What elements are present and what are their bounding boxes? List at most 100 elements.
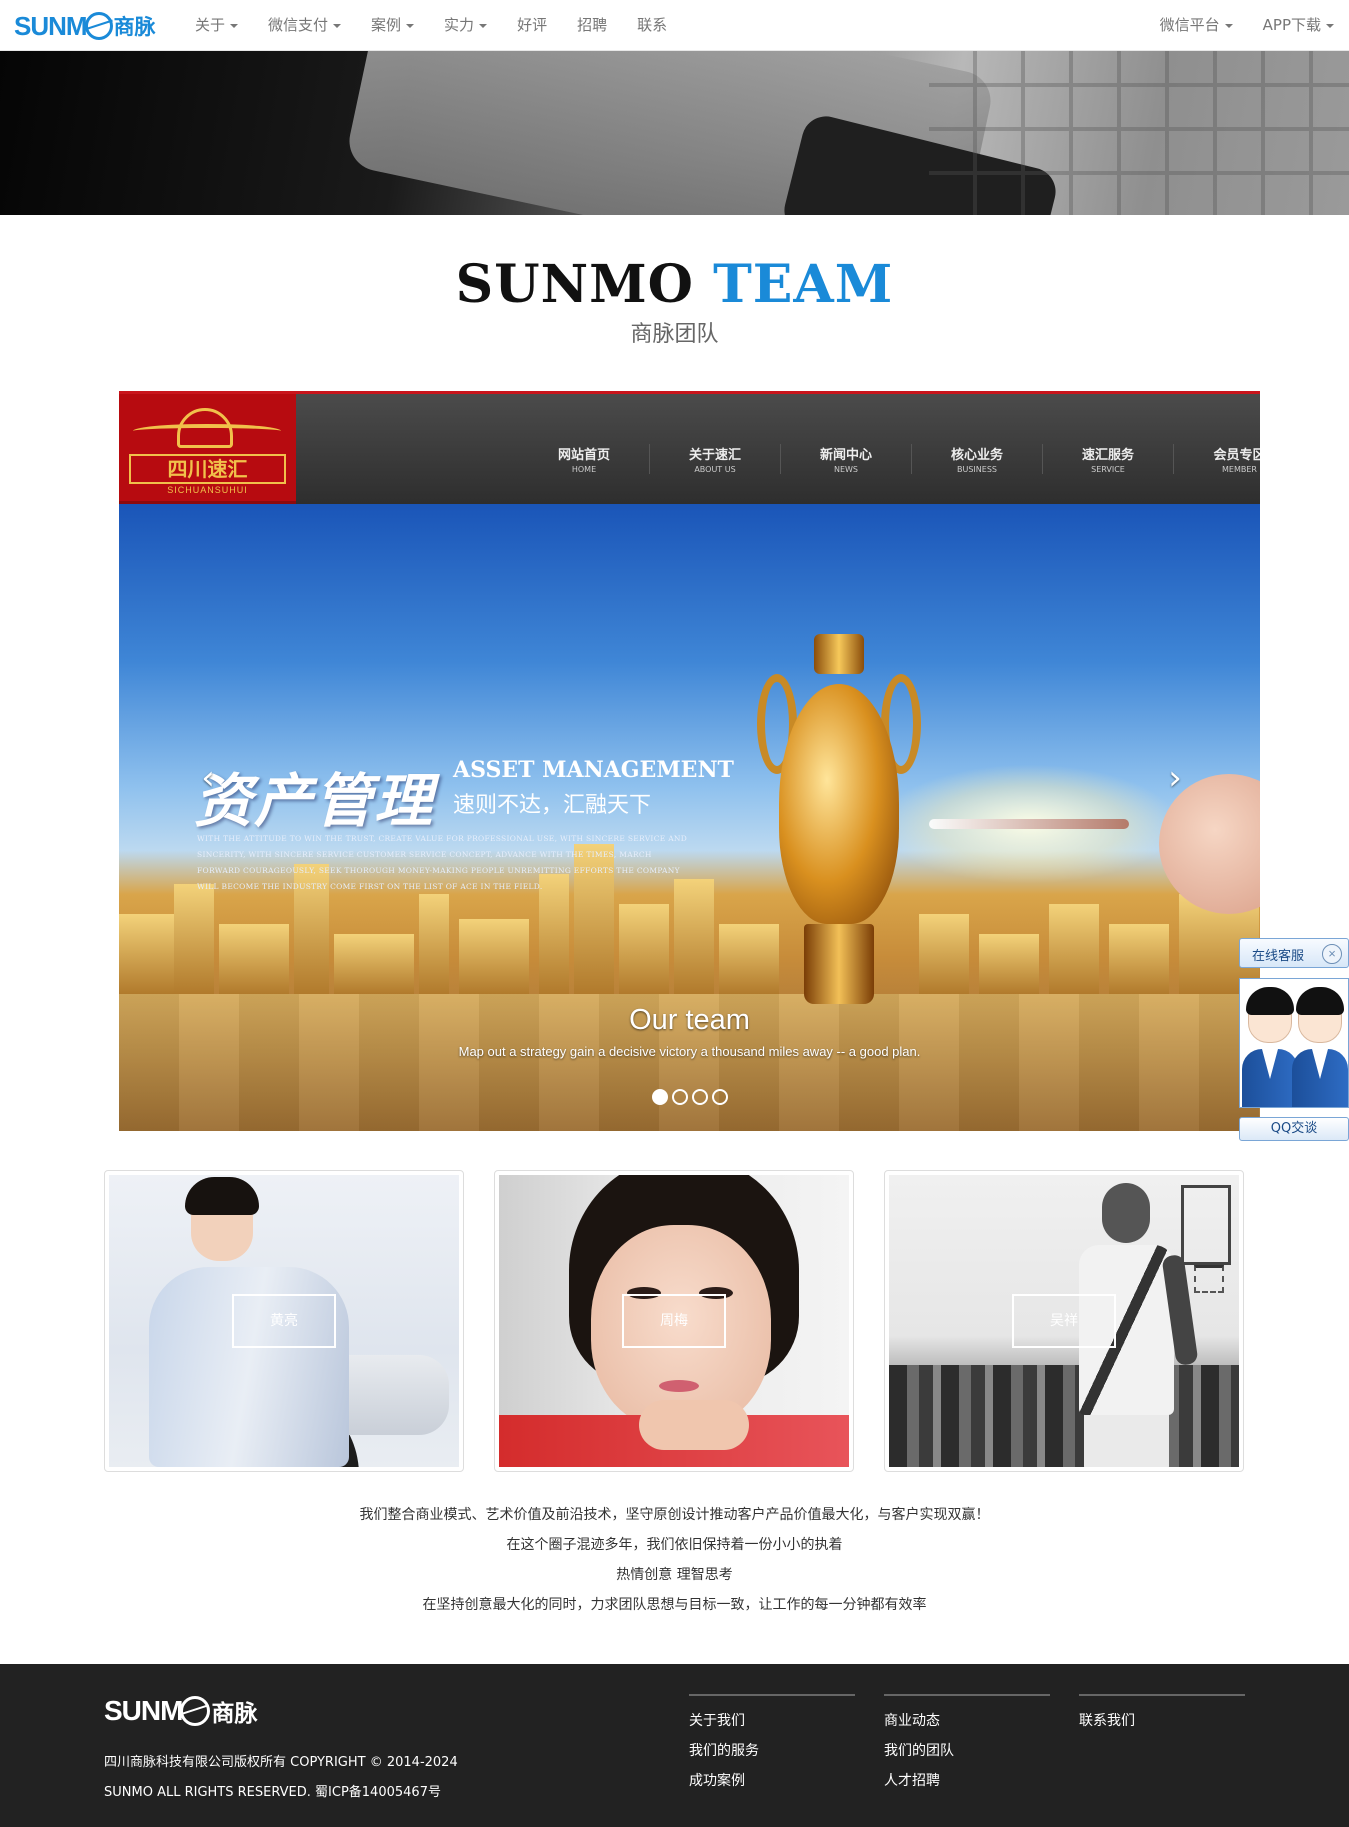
team-photo: 黄亮 xyxy=(109,1175,459,1467)
site-footer: SUNM 商脉 四川商脉科技有限公司版权所有 COPYRIGHT © 2014-… xyxy=(0,1664,1349,1827)
slide-menu-en: HOME xyxy=(571,465,597,474)
slide-menu-item: 新闻中心 NEWS xyxy=(781,444,912,474)
caret-down-icon xyxy=(1224,23,1233,28)
footer-link-about[interactable]: 关于我们 xyxy=(689,1706,855,1736)
slide-menu-cn: 新闻中心 xyxy=(819,448,872,463)
slide-menu-cn: 关于速汇 xyxy=(688,448,741,463)
team-description: 我们整合商业模式、艺术价值及前沿技术，坚守原创设计推动客户产品价值最大化，与客户… xyxy=(0,1500,1349,1620)
logo-globe-icon xyxy=(84,12,113,40)
qq-chat-button[interactable]: QQ交谈 xyxy=(1239,1117,1349,1141)
slide-logo-en: SICHUANSUHUI xyxy=(167,485,248,495)
footer-link-team[interactable]: 我们的团队 xyxy=(884,1736,1050,1766)
service-agents-image xyxy=(1239,978,1349,1108)
carousel-indicator-3[interactable] xyxy=(691,1089,708,1105)
slide-site-header: 四川速汇 SICHUANSUHUI 网站首页 HOME 关于速汇 ABOUT US … xyxy=(119,394,1260,504)
footer-copyright: 四川商脉科技有限公司版权所有 COPYRIGHT © 2014-2024 SUN… xyxy=(104,1748,458,1808)
slide-menu-en: NEWS xyxy=(833,465,859,474)
carousel-caption-title: Our team xyxy=(629,1004,750,1036)
hero-banner-image xyxy=(0,51,1349,215)
online-service-title: 在线客服 xyxy=(1252,949,1305,964)
team-photo: 吴祥 xyxy=(889,1175,1239,1467)
footer-column-2: 商业动态 我们的团队 人才招聘 xyxy=(884,1694,1050,1796)
nav-item-label: 微信支付 xyxy=(268,16,329,34)
caret-down-icon xyxy=(479,23,488,28)
logo-cn-text: 商脉 xyxy=(113,15,156,39)
description-line: 热情创意 理智思考 xyxy=(616,1567,733,1583)
nav-item-label: 招聘 xyxy=(577,16,608,34)
slide-menu-item: 速汇服务 SERVICE xyxy=(1043,444,1174,474)
nav-item-reviews[interactable]: 好评 xyxy=(502,0,562,51)
carousel-next-icon[interactable]: › xyxy=(1155,758,1195,798)
heading-part-1: SUNMO xyxy=(455,254,694,315)
carousel-caption: Our team Map out a strategy gain a decis… xyxy=(119,1002,1260,1059)
hero-keyboard-shape xyxy=(929,51,1349,215)
nav-item-app-download[interactable]: APP下载 xyxy=(1248,0,1349,51)
nav-item-label: 实力 xyxy=(444,16,475,34)
team-member-name[interactable]: 吴祥 xyxy=(1012,1294,1116,1348)
footer-logo-globe-icon xyxy=(180,1696,211,1726)
team-card[interactable]: 吴祥 xyxy=(884,1170,1244,1472)
description-line: 在坚持创意最大化的同时，力求团队思想与目标一致，让工作的每一分钟都有效率 xyxy=(422,1597,927,1613)
slide-menu-en: ABOUT US xyxy=(694,465,736,474)
nav-item-label: 关于 xyxy=(195,16,226,34)
carousel-indicator-2[interactable] xyxy=(671,1089,688,1105)
footer-column-1: 关于我们 我们的服务 成功案例 xyxy=(689,1694,855,1796)
nav-item-wechat-platform[interactable]: 微信平台 xyxy=(1145,0,1248,51)
nav-item-cases[interactable]: 案例 xyxy=(356,0,429,51)
slide-menu-item: 关于速汇 ABOUT US xyxy=(650,444,781,474)
slide-logo-text: 四川速汇 xyxy=(129,454,286,484)
team-member-name[interactable]: 周梅 xyxy=(622,1294,726,1348)
footer-logo-text: SUNM xyxy=(104,1695,183,1726)
nav-item-label: 联系 xyxy=(637,16,668,34)
copyright-line: SUNMO ALL RIGHTS RESERVED. 蜀ICP备14005467… xyxy=(104,1785,441,1800)
footer-link-news[interactable]: 商业动态 xyxy=(884,1706,1050,1736)
slide-site-logo: 四川速汇 SICHUANSUHUI xyxy=(119,394,296,504)
slide-menu-cn: 网站首页 xyxy=(557,448,610,463)
copyright-line: 四川商脉科技有限公司版权所有 COPYRIGHT © 2014-2024 xyxy=(104,1755,458,1770)
slide-key-shape xyxy=(929,819,1129,829)
nav-item-jobs[interactable]: 招聘 xyxy=(562,0,622,51)
footer-link-jobs[interactable]: 人才招聘 xyxy=(884,1766,1050,1796)
slide-paragraph: With the attitude to win the trust, crea… xyxy=(197,834,688,891)
slide-menu-cn: 速汇服务 xyxy=(1081,448,1134,463)
team-photo: 周梅 xyxy=(499,1175,849,1467)
nav-item-label: 微信平台 xyxy=(1159,16,1220,34)
online-service-widget: 在线客服 × QQ交谈 xyxy=(1239,938,1349,1142)
carousel-prev-icon[interactable]: ‹ xyxy=(188,758,228,798)
description-line: 在这个圈子混迹多年，我们依旧保持着一份小小的执着 xyxy=(506,1537,843,1553)
nav-menu-right: 微信平台 APP下载 xyxy=(1145,0,1349,51)
footer-column-3: 联系我们 xyxy=(1079,1694,1245,1736)
description-line: 我们整合商业模式、艺术价值及前沿技术，坚守原创设计推动客户产品价值最大化，与客户… xyxy=(359,1507,990,1523)
caret-down-icon xyxy=(1326,23,1334,28)
footer-logo-cn: 商脉 xyxy=(211,1701,258,1727)
nav-item-wechat-pay[interactable]: 微信支付 xyxy=(253,0,356,51)
nav-item-label: 好评 xyxy=(517,16,548,34)
slide-trophy-vase xyxy=(757,634,921,1014)
section-subtitle: 商脉团队 xyxy=(630,322,719,347)
close-icon[interactable]: × xyxy=(1322,944,1342,964)
carousel-caption-text: Map out a strategy gain a decisive victo… xyxy=(458,1044,921,1059)
nav-item-strength[interactable]: 实力 xyxy=(429,0,502,51)
caret-down-icon xyxy=(333,23,342,28)
slide-menu-item: 会员专区 MEMBER xyxy=(1174,444,1260,474)
footer-link-cases[interactable]: 成功案例 xyxy=(689,1766,855,1796)
brand-logo[interactable]: SUNM 商脉 xyxy=(14,11,156,41)
slide-site-menu: 网站首页 HOME 关于速汇 ABOUT US 新闻中心 NEWS 核心业务 BUSIN… xyxy=(519,444,1260,474)
nav-item-contact[interactable]: 联系 xyxy=(622,0,682,51)
nav-item-about[interactable]: 关于 xyxy=(180,0,253,51)
team-card[interactable]: 黄亮 xyxy=(104,1170,464,1472)
slide-headline-en: ASSET MANAGEMENT xyxy=(453,757,734,783)
team-card[interactable]: 周梅 xyxy=(494,1170,854,1472)
footer-link-contact[interactable]: 联系我们 xyxy=(1079,1706,1245,1736)
carousel-indicator-4[interactable] xyxy=(711,1089,728,1105)
top-navbar: SUNM 商脉 关于 微信支付 案例 实力 好评 招聘 联系 微信平台 APP下… xyxy=(0,0,1349,51)
footer-link-services[interactable]: 我们的服务 xyxy=(689,1736,855,1766)
team-member-name[interactable]: 黄亮 xyxy=(232,1294,336,1348)
team-carousel[interactable]: 四川速汇 SICHUANSUHUI 网站首页 HOME 关于速汇 ABOUT US … xyxy=(119,391,1260,1131)
caret-down-icon xyxy=(230,23,239,28)
emblem-icon xyxy=(177,408,233,448)
heading-part-2: TEAM xyxy=(713,254,894,315)
slide-headline-cn: 资产管理 xyxy=(194,767,435,835)
carousel-indicator-1[interactable] xyxy=(651,1089,668,1105)
slide-menu-cn: 会员专区 xyxy=(1213,448,1260,463)
